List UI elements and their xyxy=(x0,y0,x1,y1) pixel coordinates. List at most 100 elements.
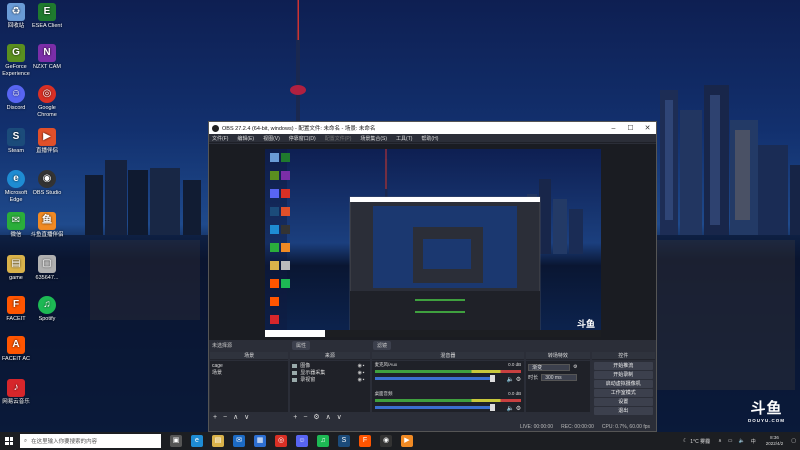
source-toolbar: 未选择源 属性 滤镜 xyxy=(209,340,656,351)
desktop-icon-label: Steam xyxy=(8,148,24,154)
weather-text[interactable]: 1°C 雾霾 xyxy=(690,438,710,445)
exit-button[interactable]: 退出 xyxy=(593,407,654,415)
clock[interactable]: 8:36 2022/4/2 xyxy=(766,435,784,447)
desktop-icon[interactable]: ▢ 635647... xyxy=(30,255,64,282)
menu-file[interactable]: 文件(F) xyxy=(212,135,228,142)
nzxt-icon: N xyxy=(38,44,56,62)
desktop-icon[interactable]: ✉ 微信 xyxy=(0,212,33,239)
desktop-icon[interactable]: ♻ 回收站 xyxy=(0,3,33,30)
menu-tools[interactable]: 工具(T) xyxy=(396,135,412,142)
obs-menubar: 文件(F) 编辑(E) 视图(V) 停靠窗口(D) 配置文件(P) 场景集合(S… xyxy=(209,134,656,143)
properties-button[interactable]: 属性 xyxy=(292,341,311,350)
duration-input[interactable]: 300 ms xyxy=(541,373,578,381)
speaker-icon[interactable]: 🔈 xyxy=(507,406,514,412)
desktop-icon[interactable]: 鱼斗鱼直播伴侣 xyxy=(30,212,64,239)
obs-icon[interactable]: ◉ xyxy=(380,435,392,447)
discord-icon[interactable]: ☺ xyxy=(296,435,308,447)
steam-icon[interactable]: S xyxy=(338,435,350,447)
volume-slider[interactable] xyxy=(374,375,495,382)
store-icon[interactable]: ▦ xyxy=(254,435,266,447)
filters-button[interactable]: 滤镜 xyxy=(373,341,392,350)
channel-settings-icon[interactable]: ⚙ xyxy=(516,377,521,383)
scene-item[interactable]: cage xyxy=(212,362,286,369)
lock-icon[interactable]: ▪ xyxy=(363,363,368,369)
network-icon[interactable]: ▭ xyxy=(728,438,733,444)
desktop-icon[interactable]: N NZXT CAM xyxy=(30,44,64,71)
settings-button[interactable]: 设置 xyxy=(593,398,654,406)
slider-knob[interactable] xyxy=(489,375,495,382)
source-item[interactable]: 录视窗 ◉ ▪ xyxy=(292,376,367,383)
live-companion-icon[interactable]: ▶ xyxy=(401,435,413,447)
lock-icon[interactable]: ▪ xyxy=(363,377,368,383)
desktop-icon[interactable]: S Steam xyxy=(0,128,33,155)
source-item-label: 显示器采集 xyxy=(300,370,326,376)
transition-select[interactable]: 渐变 xyxy=(528,363,571,371)
menu-help[interactable]: 帮助(H) xyxy=(421,135,438,142)
desktop-icon[interactable]: ▶ 直播伴侣 xyxy=(30,128,64,155)
douyu-site: DOUYU.COM xyxy=(748,418,785,423)
tray-chevron-icon[interactable]: ∧ xyxy=(718,438,722,444)
add-transition-icon[interactable]: ⚙ xyxy=(573,364,577,370)
maximize-icon[interactable]: ☐ xyxy=(622,124,639,132)
taskbar-search[interactable]: ⌕ 在这里输入你要搜索的内容 xyxy=(20,434,161,448)
chrome-icon: ◎ xyxy=(38,85,56,103)
desktop-icon[interactable]: ◉ OBS Studio xyxy=(30,170,64,197)
desktop-icon[interactable]: ♫ Spotify xyxy=(30,296,64,323)
ime-indicator[interactable]: 中 xyxy=(751,438,756,445)
live-companion-icon: ▶ xyxy=(38,128,56,146)
preview-canvas[interactable]: 斗鱼 xyxy=(265,149,601,337)
source-dock-toolbar[interactable]: + − ⚙ ∧ ∨ xyxy=(293,413,343,421)
minimize-icon[interactable]: – xyxy=(605,125,622,132)
scene-dock-toolbar[interactable]: + − ∧ ∨ xyxy=(213,413,251,421)
start-button[interactable] xyxy=(0,432,18,450)
desktop-icon[interactable]: F FACEIT xyxy=(0,296,33,323)
desktop-icon[interactable]: ▤ game xyxy=(0,255,33,282)
obs-logo-icon xyxy=(212,124,219,132)
desktop-icon-label: Spotify xyxy=(38,316,56,322)
volume-icon[interactable]: 🔈 xyxy=(738,438,744,444)
start-recording-button[interactable]: 开始录制 xyxy=(593,371,654,379)
preview-area: 斗鱼 xyxy=(209,144,656,340)
start-streaming-button[interactable]: 开始推流 xyxy=(593,362,654,370)
menu-profile[interactable]: 配置文件(P) xyxy=(325,135,352,142)
menu-view[interactable]: 视图(V) xyxy=(263,135,280,142)
steam-icon: S xyxy=(7,128,25,146)
edge-icon[interactable]: e xyxy=(191,435,203,447)
clock-date: 2022/4/2 xyxy=(765,441,784,446)
speaker-icon[interactable]: 🔈 xyxy=(507,377,514,383)
menu-edit[interactable]: 编辑(E) xyxy=(237,135,254,142)
desktop-icon-label: Google Chrome xyxy=(37,105,57,118)
chrome-icon[interactable]: ◎ xyxy=(275,435,287,447)
obs-titlebar[interactable]: OBS 27.2.4 (64-bit, windows) - 配置文件: 未命名… xyxy=(209,122,656,134)
spotify-icon[interactable]: ♫ xyxy=(317,435,329,447)
image-source-icon xyxy=(292,363,298,368)
desktop-icon[interactable]: E ESEA Client xyxy=(30,3,64,30)
channel-settings-icon[interactable]: ⚙ xyxy=(516,406,521,412)
menu-docks[interactable]: 停靠窗口(D) xyxy=(289,135,316,142)
source-item[interactable]: 显示器采集 ◉ ▪ xyxy=(292,369,367,376)
mail-icon[interactable]: ✉ xyxy=(233,435,245,447)
desktop-icon[interactable]: e Microsoft Edge xyxy=(0,170,33,203)
desktop-icon[interactable]: A FACEIT AC xyxy=(0,336,33,363)
file-explorer-icon[interactable]: ▤ xyxy=(212,435,224,447)
scene-item[interactable]: 场景 xyxy=(212,369,286,376)
lock-icon[interactable]: ▪ xyxy=(363,370,368,376)
volume-slider[interactable] xyxy=(374,404,495,411)
desktop-icon-label: NZXT CAM xyxy=(32,64,61,70)
faceit-icon[interactable]: F xyxy=(359,435,371,447)
douyu-icon: 鱼 xyxy=(38,212,56,230)
close-icon[interactable]: ✕ xyxy=(639,124,656,132)
slider-knob[interactable] xyxy=(489,404,495,411)
menu-scene-collection[interactable]: 场景集合(S) xyxy=(360,135,387,142)
start-virtual-camera-button[interactable]: 启动虚拟摄像机 xyxy=(593,380,654,388)
studio-mode-button[interactable]: 工作室模式 xyxy=(593,389,654,397)
desktop-icon[interactable]: G GeForce Experience xyxy=(0,44,33,77)
channel-name: 麦克风/Aux xyxy=(374,362,398,367)
display-source-icon xyxy=(292,370,298,375)
desktop-icon[interactable]: ♪ 网易云音乐 xyxy=(0,379,33,406)
task-view-icon[interactable]: ▣ xyxy=(170,435,182,447)
source-item[interactable]: 图像 ◉ ▪ xyxy=(292,362,367,369)
desktop-icon[interactable]: ◎ Google Chrome xyxy=(30,85,64,118)
notification-icon[interactable]: ▢ xyxy=(791,438,796,444)
desktop-icon[interactable]: ☺ Discord xyxy=(0,85,33,112)
